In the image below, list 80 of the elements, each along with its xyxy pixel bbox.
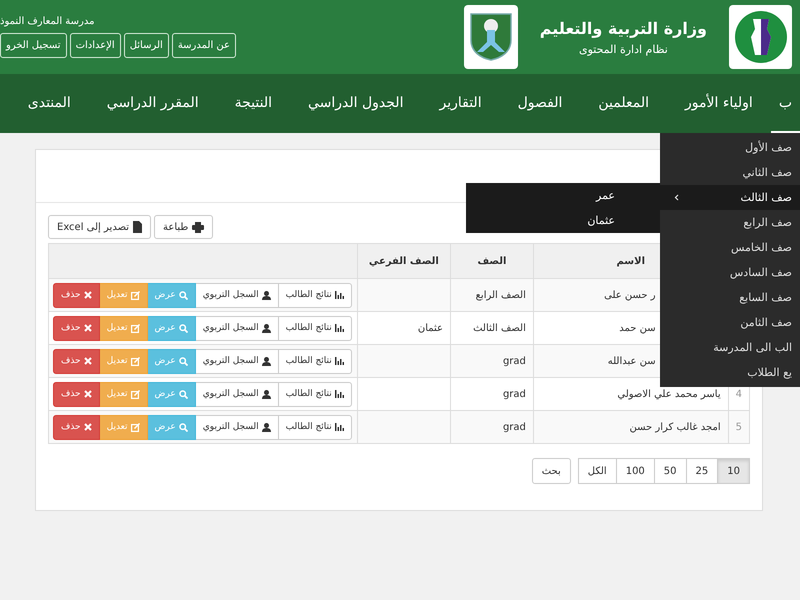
nav-tab[interactable]: المقرر الدراسي xyxy=(88,74,217,133)
system-subtitle: نظام ادارة المحتوى xyxy=(578,42,668,56)
header-link[interactable]: الرسائل xyxy=(124,33,169,58)
close-icon xyxy=(84,357,92,365)
grade-cell: الصف الرابع xyxy=(450,278,534,312)
header-link[interactable]: الإعدادات xyxy=(70,33,121,58)
edit-icon xyxy=(130,356,140,366)
grade-cell: grad xyxy=(450,344,534,378)
nav-tab[interactable]: اولياء الأمور xyxy=(667,74,771,133)
user-icon xyxy=(262,290,271,300)
chevron-left-icon xyxy=(674,194,679,201)
edit-icon xyxy=(130,290,140,300)
record-button[interactable]: السجل التربوي xyxy=(194,414,279,440)
bar-chart-icon xyxy=(334,390,344,398)
export-button[interactable]: تصدير إلى Excel xyxy=(48,215,152,239)
page-size-button[interactable]: 25 xyxy=(686,458,718,484)
menu-item[interactable]: صف الأول xyxy=(660,135,800,160)
page-size-button[interactable]: 50 xyxy=(654,458,687,484)
search-icon xyxy=(178,290,188,300)
delete-button[interactable]: حذف xyxy=(53,414,100,440)
close-icon xyxy=(84,423,92,431)
nav-tab[interactable]: الفصول xyxy=(500,74,580,133)
edit-icon xyxy=(130,324,140,332)
column-header: الصف xyxy=(450,244,534,278)
results-button[interactable]: نتائج الطالب xyxy=(278,414,352,440)
record-button[interactable]: السجل التربوي xyxy=(194,282,279,308)
search-icon xyxy=(178,390,188,398)
ministry-title: وزارة التربية والتعليم xyxy=(540,18,707,38)
delete-button[interactable]: حذف xyxy=(53,348,100,374)
page-size-button[interactable]: 10 xyxy=(717,458,750,484)
results-button[interactable]: نتائج الطالب xyxy=(278,316,352,340)
delete-button[interactable]: حذف xyxy=(53,316,100,340)
bar-chart-icon xyxy=(334,324,344,332)
results-button[interactable]: نتائج الطالب xyxy=(278,282,352,308)
nav-tab[interactable]: المنتدى xyxy=(10,74,89,133)
close-icon xyxy=(84,324,92,332)
user-icon xyxy=(262,422,271,432)
nav-tab[interactable]: المعلمين xyxy=(580,74,667,133)
nav-tab[interactable]: الجدول الدراسي xyxy=(290,74,422,133)
bar-chart-icon xyxy=(334,357,344,365)
school-name: مدرسة المعارف النموذ xyxy=(0,16,94,27)
page-size-button[interactable]: الكل xyxy=(578,458,617,484)
print-button[interactable]: طباعة xyxy=(154,215,214,239)
row-number: 5 xyxy=(728,410,750,444)
delete-button[interactable]: حذف xyxy=(53,382,100,406)
menu-item[interactable]: صف الثاني xyxy=(660,160,800,185)
record-button[interactable]: السجل التربوي xyxy=(194,316,279,340)
record-button[interactable]: السجل التربوي xyxy=(194,382,279,406)
record-button[interactable]: السجل التربوي xyxy=(194,348,279,374)
menu-item[interactable]: صف الثالث xyxy=(660,185,800,210)
grade-cell: grad xyxy=(450,410,534,444)
shield-logo xyxy=(464,5,518,69)
search-button[interactable]: بحث xyxy=(532,458,571,484)
user-icon xyxy=(262,324,271,332)
edit-icon xyxy=(130,390,140,398)
close-icon xyxy=(84,291,92,299)
nav-tab[interactable]: التقارير xyxy=(421,74,500,133)
results-button[interactable]: نتائج الطالب xyxy=(278,382,352,406)
user-icon xyxy=(262,390,271,398)
search-icon xyxy=(178,356,188,366)
column-header: الصف الفرعي xyxy=(357,244,450,278)
pen-logo xyxy=(729,5,792,69)
close-icon xyxy=(84,390,92,398)
edit-icon xyxy=(130,422,140,432)
submenu-item[interactable]: عمر xyxy=(466,183,660,208)
file-icon xyxy=(133,221,142,233)
bar-chart-icon xyxy=(334,291,344,299)
header-link[interactable]: عن المدرسة xyxy=(172,33,236,58)
header-link[interactable]: تسجيل الخرو xyxy=(0,33,67,58)
submenu-item[interactable]: عثمان xyxy=(466,208,660,233)
menu-item[interactable]: صف الرابع xyxy=(660,210,800,235)
results-button[interactable]: نتائج الطالب xyxy=(278,348,352,374)
search-icon xyxy=(178,422,188,432)
user-icon xyxy=(262,356,271,366)
search-icon xyxy=(178,324,188,332)
delete-button[interactable]: حذف xyxy=(53,282,100,308)
bar-chart-icon xyxy=(334,423,344,431)
student-name: امجد غالب كرار حسن xyxy=(533,410,728,444)
page-size-button[interactable]: 100 xyxy=(616,458,655,484)
nav-tab[interactable]: النتيجة xyxy=(216,74,290,133)
